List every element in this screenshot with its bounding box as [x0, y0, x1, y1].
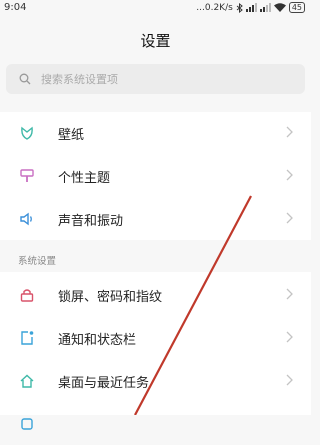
chevron-right-icon	[286, 212, 293, 224]
settings-item-lockscreen[interactable]: 锁屏、密码和指纹	[0, 274, 311, 316]
speaker-icon	[20, 212, 32, 226]
net-speed: ...0.2K/s	[196, 2, 233, 13]
battery-indicator: 45	[288, 2, 305, 13]
chevron-right-icon	[286, 288, 293, 300]
settings-item-label: 锁屏、密码和指纹	[58, 290, 163, 305]
section-header-system: 系统设置	[18, 256, 57, 267]
theme-brush-icon	[20, 169, 34, 182]
chevron-right-icon	[286, 169, 293, 181]
settings-item-sound[interactable]: 声音和振动	[0, 198, 311, 240]
cellular-signal-icon	[245, 3, 257, 12]
settings-item-label: 通知和状态栏	[58, 333, 137, 348]
home-icon	[20, 374, 34, 388]
cellular-signal-2-icon	[259, 3, 271, 12]
settings-item-label: 个性主题	[58, 171, 111, 186]
settings-item-desktop[interactable]: 桌面与最近任务	[0, 360, 311, 402]
chevron-right-icon	[286, 374, 293, 386]
chevron-right-icon	[286, 126, 293, 138]
chevron-right-icon	[286, 331, 293, 343]
wifi-icon	[273, 3, 286, 12]
settings-item-label: 声音和振动	[58, 214, 124, 229]
settings-item-label: 壁纸	[58, 128, 85, 143]
bluetooth-icon	[236, 2, 243, 13]
notification-icon	[21, 331, 34, 345]
settings-item-wallpaper[interactable]: 壁纸	[0, 112, 311, 154]
page-title: 设置	[140, 32, 171, 50]
settings-item-partial[interactable]	[0, 403, 311, 445]
search-placeholder: 搜索系统设置项	[41, 73, 118, 86]
settings-item-notifications[interactable]: 通知和状态栏	[0, 317, 311, 359]
settings-item-label: 桌面与最近任务	[58, 376, 150, 391]
system-settings-group: 锁屏、密码和指纹 通知和状态栏 桌面与最近任务	[0, 272, 311, 430]
partial-item-icon	[21, 418, 33, 430]
status-time: 9:04	[4, 2, 27, 13]
wallpaper-icon	[21, 126, 33, 140]
search-icon	[19, 73, 31, 85]
lock-icon	[20, 289, 34, 302]
settings-item-theme[interactable]: 个性主题	[0, 155, 311, 197]
status-bar: 9:04 ...0.2K/s 45	[0, 0, 311, 18]
status-icons: ...0.2K/s 45	[196, 2, 305, 13]
personalization-group: 壁纸 个性主题 声音和振动	[0, 112, 311, 240]
search-input[interactable]: 搜索系统设置项	[6, 64, 305, 94]
